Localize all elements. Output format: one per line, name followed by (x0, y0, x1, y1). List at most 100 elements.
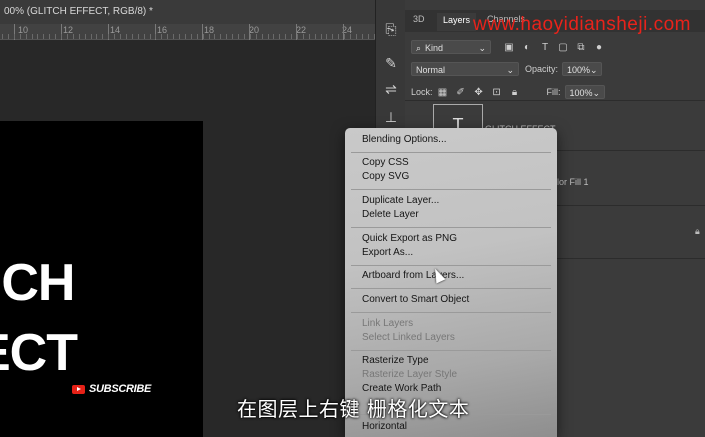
filter-toggle-icon[interactable]: ● (593, 42, 605, 53)
menu-item-duplicate-layer[interactable]: Duplicate Layer... (362, 195, 439, 206)
ruler-minor-tick (326, 34, 327, 39)
ruler-minor-tick (338, 34, 339, 39)
chevron-down-icon: ⌄ (590, 65, 598, 75)
fill-label: Fill: (546, 87, 561, 97)
lock-icon: 🔒︎ (695, 226, 700, 236)
panel-tabs: 3D Layers Channels www.haoyidiansheji.co… (405, 10, 705, 35)
ruler-minor-tick (20, 34, 21, 39)
blend-mode-value: Normal (416, 65, 446, 75)
opacity-field[interactable]: 100% ⌄ (562, 62, 603, 76)
divider (405, 100, 705, 101)
search-icon: ⌕ (416, 43, 422, 53)
ruler-minor-tick (67, 34, 68, 39)
ruler-minor-tick (356, 34, 357, 39)
tab-3d[interactable]: 3D (413, 14, 425, 24)
menu-item-export-as[interactable]: Export As... (362, 247, 413, 258)
kind-filter[interactable]: ⌕ Kind ⌄ (411, 40, 491, 54)
ruler-number: 16 (157, 25, 168, 35)
ruler-minor-tick (144, 34, 145, 39)
ruler-minor-tick (79, 34, 80, 39)
opacity-label: Opacity: (525, 64, 559, 74)
video-subtitle: 在图层上右键 栅格化文本 (237, 397, 470, 421)
ruler-minor-tick (85, 34, 86, 39)
ruler-minor-tick (291, 34, 292, 39)
ruler-minor-tick (61, 34, 62, 39)
lock-all-icon[interactable]: 🔒︎ (509, 87, 521, 98)
ruler-minor-tick (73, 34, 74, 39)
lock-label: Lock: (411, 87, 433, 97)
subscribe-badge: SUBSCRIBE (72, 383, 151, 395)
subscribe-label: SUBSCRIBE (89, 383, 152, 395)
ruler-minor-tick (173, 34, 174, 39)
fill-value: 100% (569, 88, 593, 98)
ruler-minor-tick (91, 34, 92, 39)
menu-separator (351, 152, 551, 153)
ruler-number: 14 (110, 25, 121, 35)
menu-separator (351, 350, 551, 351)
ruler-minor-tick (226, 34, 227, 39)
layer-context-menu: Blending Options... Copy CSS Copy SVG Du… (345, 128, 557, 437)
tab-layers[interactable]: Layers (437, 13, 477, 31)
lock-transparent-icon[interactable]: ▦ (437, 87, 449, 98)
stamp-icon[interactable]: ⊥ (382, 108, 400, 126)
ruler-minor-tick (203, 34, 204, 39)
ruler-minor-tick (238, 34, 239, 39)
ruler-minor-tick (309, 34, 310, 39)
smart-object-filter-icon[interactable]: ⧉ (575, 42, 587, 53)
blend-mode-select[interactable]: Normal ⌄ (411, 62, 519, 76)
ruler-minor-tick (321, 34, 322, 39)
ruler-minor-tick (344, 34, 345, 39)
layer-name-peek: lor Fill 1 (557, 177, 589, 187)
kind-label: Kind (425, 43, 444, 53)
ruler-minor-tick (138, 34, 139, 39)
ruler-minor-tick (362, 34, 363, 39)
chevron-down-icon: ⌄ (478, 43, 486, 53)
ruler-minor-tick (2, 34, 3, 39)
fill-field[interactable]: 100% ⌄ (564, 85, 605, 99)
menu-item-blending-options[interactable]: Blending Options... (362, 134, 447, 145)
menu-item-delete-layer[interactable]: Delete Layer (362, 209, 419, 220)
ruler-minor-tick (262, 34, 263, 39)
menu-item-copy-svg[interactable]: Copy SVG (362, 171, 409, 182)
adjustments-icon[interactable]: ⇌ (382, 80, 400, 98)
lock-position-icon[interactable]: ✥ (473, 87, 485, 98)
ruler-minor-tick (185, 34, 186, 39)
ruler-minor-tick (55, 34, 56, 39)
shape-filter-icon[interactable]: ▢ (557, 42, 569, 53)
brush-icon[interactable]: ✎ (382, 54, 400, 72)
ruler-minor-tick (49, 34, 50, 39)
menu-item-horizontal[interactable]: Horizontal (362, 421, 407, 432)
ruler-minor-tick (43, 34, 44, 39)
menu-item-rasterize-type[interactable]: Rasterize Type (362, 355, 429, 366)
ruler-minor-tick (209, 34, 210, 39)
document-tab[interactable]: 00% (GLITCH EFFECT, RGB/8) * (0, 0, 375, 24)
horizontal-ruler: 10 12 14 16 18 20 22 24 (0, 24, 375, 40)
menu-separator (351, 227, 551, 228)
image-filter-icon[interactable]: ▣ (503, 42, 515, 53)
menu-item-quick-export-png[interactable]: Quick Export as PNG (362, 233, 457, 244)
ruler-minor-tick (102, 34, 103, 39)
ruler-minor-tick (179, 34, 180, 39)
menu-item-copy-css[interactable]: Copy CSS (362, 157, 409, 168)
ruler-minor-tick (297, 34, 298, 39)
history-icon[interactable]: ⎘ (382, 20, 400, 38)
adjustment-filter-icon[interactable]: ◐ (521, 42, 533, 53)
ruler-minor-tick (220, 34, 221, 39)
ruler-minor-tick (150, 34, 151, 39)
chevron-down-icon: ⌄ (592, 88, 601, 98)
menu-item-artboard-from-layers[interactable]: Artboard from Layers... (362, 270, 464, 281)
ruler-minor-tick (167, 34, 168, 39)
ruler-minor-tick (273, 34, 274, 39)
ruler-minor-tick (96, 34, 97, 39)
ruler-minor-tick (315, 34, 316, 39)
lock-row: Lock: ▦ ✐ ✥ ⊡ 🔒︎ Fill: 100% ⌄ (411, 85, 701, 99)
lock-paint-icon[interactable]: ✐ (455, 87, 467, 98)
lock-artboard-icon[interactable]: ⊡ (491, 87, 503, 98)
ruler-minor-tick (350, 34, 351, 39)
ruler-minor-tick (279, 34, 280, 39)
menu-item-convert-smart-object[interactable]: Convert to Smart Object (362, 294, 469, 305)
ruler-minor-tick (126, 34, 127, 39)
ruler-minor-tick (132, 34, 133, 39)
ruler-minor-tick (26, 34, 27, 39)
type-filter-icon[interactable]: T (539, 42, 551, 53)
